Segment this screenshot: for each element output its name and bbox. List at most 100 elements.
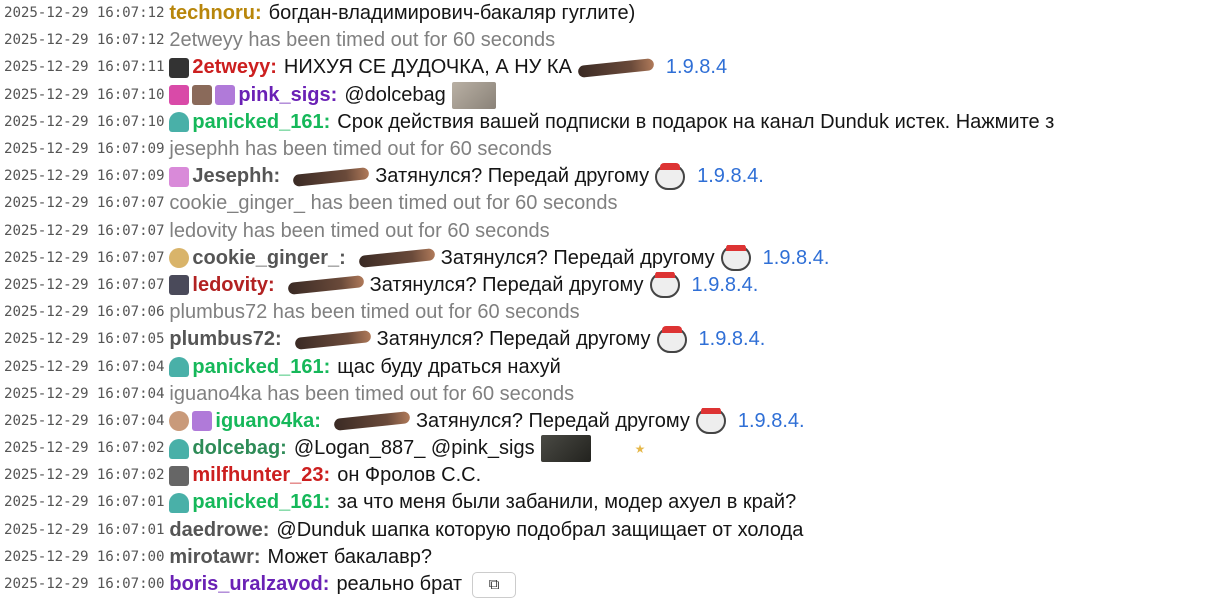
message-timestamp: 2025-12-29 16:07:04 — [4, 385, 165, 402]
username[interactable]: dolcebag: — [192, 435, 286, 462]
santa-face-emote-icon — [649, 271, 680, 299]
message-timestamp: 2025-12-29 16:07:05 — [4, 331, 165, 348]
message-link[interactable]: 1.9.8.4. — [692, 272, 759, 299]
chat-message: 2025-12-29 16:07:11 2etweyy: НИХУЯ СЕ ДУДО… — [0, 54, 1207, 81]
animal-badge-icon — [192, 85, 213, 106]
system-message: jesephh has been timed out for 60 second… — [169, 138, 552, 161]
message-text: богдан-владимирович-бакаляр гуглите) — [268, 2, 636, 25]
message-text: Затянулся? Передай другому — [376, 328, 651, 351]
message-text: Затянулся? Передай другому — [375, 165, 650, 188]
chat-message: 2025-12-29 16:07:12 2etweyy has been time… — [0, 27, 1207, 54]
external-link-icon: ⧉ — [488, 576, 500, 594]
system-message: iguano4ka has been timed out for 60 seco… — [169, 382, 575, 405]
robot-badge-icon — [169, 275, 190, 296]
username[interactable]: mirotawr: — [169, 544, 260, 571]
message-text: Затянулся? Передай другому — [440, 246, 715, 269]
system-message: cookie_ginger_ has been timed out for 60… — [169, 192, 618, 215]
message-link[interactable]: 1.9.8.4. — [763, 245, 830, 272]
message-timestamp: 2025-12-29 16:07:12 — [4, 32, 165, 49]
message-timestamp: 2025-12-29 16:07:07 — [4, 195, 165, 212]
username[interactable]: boris_uralzavod: — [169, 571, 329, 598]
username[interactable]: ledovity: — [192, 272, 274, 299]
joint-emote-icon — [358, 248, 436, 269]
chat-message: 2025-12-29 16:07:06 plumbus72 has been ti… — [0, 299, 1207, 326]
old-face-badge-icon — [169, 411, 190, 432]
message-text: @dolcebag — [344, 83, 446, 106]
chat-message: 2025-12-29 16:07:07 ledovity has been tim… — [0, 218, 1207, 245]
message-text: за что меня были забанили, модер ахуел в… — [337, 491, 797, 514]
message-link[interactable]: 1.9.8.4. — [738, 408, 805, 435]
message-text: Срок действия вашей подписки в подарок н… — [337, 110, 1055, 133]
chat-message: 2025-12-29 16:07:02 milfhunter_23: он Фрол… — [0, 462, 1207, 489]
system-message: ledovity has been timed out for 60 secon… — [169, 219, 550, 242]
system-message: plumbus72 has been timed out for 60 seco… — [169, 301, 580, 324]
sprite-badge-icon — [169, 438, 190, 459]
sprite-badge-icon — [169, 492, 190, 513]
message-timestamp: 2025-12-29 16:07:01 — [4, 521, 165, 538]
message-text: реально брат — [336, 573, 463, 596]
username[interactable]: iguano4ka: — [215, 408, 321, 435]
message-timestamp: 2025-12-29 16:07:10 — [4, 86, 165, 103]
image-emote — [540, 435, 591, 463]
santa-face-emote-icon — [695, 407, 726, 435]
message-text: Затянулся? Передай другому — [415, 409, 690, 432]
chat-message: 2025-12-29 16:07:07 cookie_ginger_ has be… — [0, 190, 1207, 217]
sub-badge-icon — [215, 85, 236, 106]
chat-message: 2025-12-29 16:07:10 panicked_161: Срок дей… — [0, 109, 1207, 136]
username[interactable]: cookie_ginger_: — [192, 245, 345, 272]
message-text: Может бакалавр? — [267, 545, 432, 568]
message-text: щас буду драться нахуй — [337, 355, 561, 378]
chat-message: 2025-12-29 16:07:12 technoru: богдан-влади… — [0, 0, 1207, 27]
username[interactable]: panicked_161: — [192, 489, 330, 516]
message-timestamp: 2025-12-29 16:07:10 — [4, 113, 165, 130]
message-timestamp: 2025-12-29 16:07:04 — [4, 358, 165, 375]
chat-message: 2025-12-29 16:07:04 iguano4ka has been ti… — [0, 381, 1207, 408]
sprite-badge-icon — [169, 112, 190, 133]
joint-emote-icon — [292, 166, 370, 187]
username[interactable]: daedrowe: — [169, 517, 269, 544]
username[interactable]: 2etweyy: — [192, 54, 277, 81]
star-emote-icon: ★ — [634, 441, 646, 456]
heart-badge-icon — [169, 85, 190, 106]
message-timestamp: 2025-12-29 16:07:09 — [4, 141, 165, 158]
chat-message: 2025-12-29 16:07:09 jesephh has been time… — [0, 136, 1207, 163]
joint-emote-icon — [577, 58, 655, 78]
message-timestamp: 2025-12-29 16:07:04 — [4, 412, 165, 429]
external-link-button[interactable]: ⧉ — [472, 571, 517, 598]
message-timestamp: 2025-12-29 16:07:09 — [4, 168, 165, 185]
chat-message: 2025-12-29 16:07:00 mirotawr: Может бакала… — [0, 544, 1207, 571]
username[interactable]: technoru: — [169, 0, 261, 27]
face-badge-icon — [169, 248, 190, 269]
chat-message: 2025-12-29 16:07:09 Jesephh: Затянулся? Пе… — [0, 163, 1207, 190]
chat-message: 2025-12-29 16:07:00 boris_uralzavod: реаль… — [0, 571, 1207, 598]
message-timestamp: 2025-12-29 16:07:07 — [4, 222, 165, 239]
mute-icon — [169, 57, 190, 78]
message-link[interactable]: 1.9.8.4. — [699, 326, 766, 353]
chat-message: 2025-12-29 16:07:10 pink_sigs: @dolcebag — [0, 81, 1207, 109]
chat-log: 2025-12-29 16:07:12 technoru: богдан-влади… — [0, 0, 1207, 604]
username[interactable]: panicked_161: — [192, 354, 330, 381]
message-text: Затянулся? Передай другому — [369, 273, 644, 296]
message-timestamp: 2025-12-29 16:07:00 — [4, 576, 165, 593]
chat-message: 2025-12-29 16:07:04 iguano4ka: Затянулся? … — [0, 407, 1207, 435]
santa-face-emote-icon — [656, 326, 687, 353]
message-link[interactable]: 1.9.8.4. — [697, 163, 764, 190]
santa-face-emote-icon — [655, 163, 686, 190]
sprite-badge-icon — [169, 357, 190, 378]
gift-badge-icon — [169, 166, 190, 187]
gray-badge-icon — [169, 465, 190, 486]
chat-message: 2025-12-29 16:07:02 dolcebag: @Logan_887_ … — [0, 435, 1207, 463]
message-text: @Logan_887_ @pink_sigs — [293, 437, 535, 460]
message-timestamp: 2025-12-29 16:07:11 — [4, 59, 165, 76]
username[interactable]: milfhunter_23: — [192, 462, 330, 489]
chat-message: 2025-12-29 16:07:04 panicked_161: щас буду… — [0, 353, 1207, 380]
username[interactable]: pink_sigs: — [238, 82, 337, 109]
santa-face-emote-icon — [720, 244, 751, 272]
username[interactable]: panicked_161: — [192, 109, 330, 136]
message-timestamp: 2025-12-29 16:07:01 — [4, 494, 165, 511]
chat-message: 2025-12-29 16:07:05 plumbus72: Затянулся? … — [0, 326, 1207, 353]
username[interactable]: Jesephh: — [192, 163, 280, 190]
message-link[interactable]: 1.9.8.4 — [666, 54, 727, 81]
message-timestamp: 2025-12-29 16:07:02 — [4, 440, 165, 457]
username[interactable]: plumbus72: — [169, 326, 281, 353]
